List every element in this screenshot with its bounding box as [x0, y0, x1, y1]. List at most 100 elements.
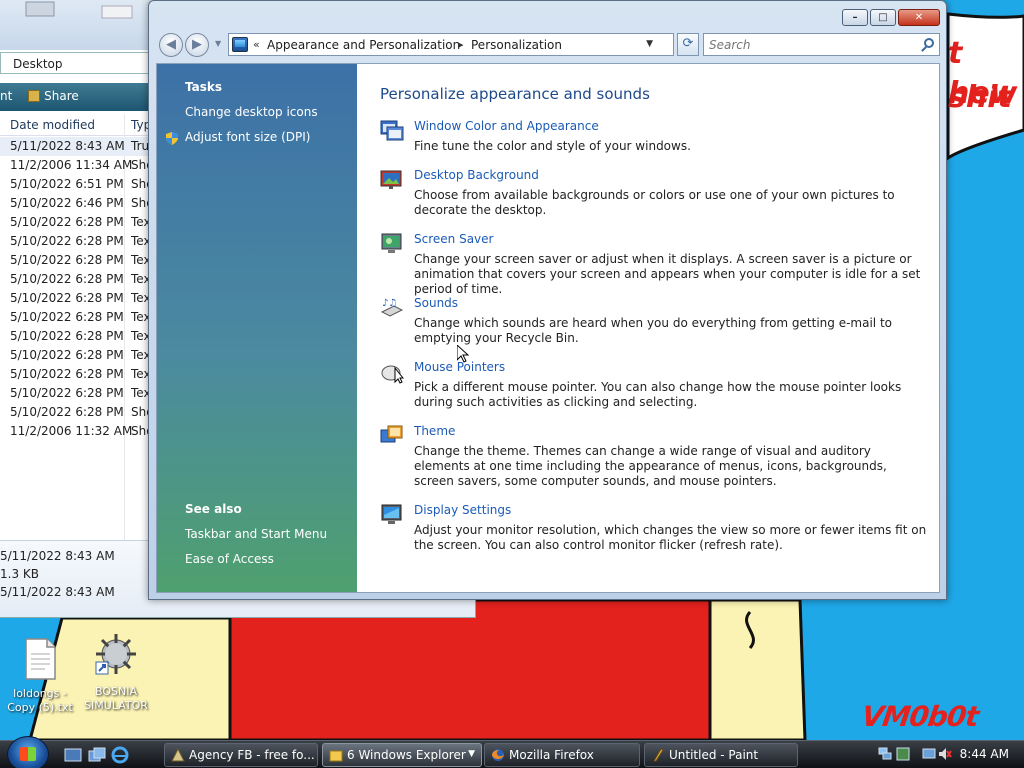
share-icon	[28, 90, 41, 102]
mouse-cursor-icon	[457, 345, 469, 363]
row-date-modified: 5/10/2022 6:28 PM	[10, 329, 124, 343]
desktop-background-icon	[380, 170, 402, 189]
firefox-icon	[492, 749, 504, 761]
folder-icon	[329, 750, 343, 762]
text-file-icon	[25, 638, 56, 680]
row-date-modified: 5/10/2022 6:28 PM	[10, 234, 124, 248]
details-date-modified: 5/11/2022 8:43 AM	[0, 549, 115, 563]
row-type: Tru	[131, 139, 150, 153]
recycle-bin-icon	[25, 1, 55, 17]
breadcrumb-appearance-personalization[interactable]: Appearance and Personalization	[267, 38, 460, 52]
switch-windows-icon[interactable]	[88, 746, 106, 764]
row-date-modified: 5/10/2022 6:28 PM	[10, 253, 124, 267]
tray-app-icon[interactable]	[896, 747, 910, 761]
row-date-modified: 5/10/2022 6:28 PM	[10, 215, 124, 229]
address-dropdown-icon[interactable]: ▼	[646, 39, 653, 49]
taskbar-button-paint[interactable]: Untitled - Paint	[644, 743, 798, 767]
taskbar-button-firefox[interactable]: Mozilla Firefox	[484, 743, 640, 767]
watermark-text: VM0b0t	[859, 700, 981, 733]
close-button[interactable]: ✕	[898, 9, 940, 26]
navigation-bar: ◀ ▶ ▼ « Appearance and Personalization ▸…	[157, 31, 940, 59]
taskbar-button-label: Mozilla Firefox	[509, 748, 594, 762]
forward-arrow-icon: ▶	[192, 37, 202, 52]
details-date-created: 5/11/2022 8:43 AM	[0, 585, 115, 599]
taskbar-start-menu-link[interactable]: Taskbar and Start Menu	[185, 527, 327, 541]
maximize-button[interactable]: □	[870, 9, 896, 26]
minimize-button[interactable]: –	[842, 9, 868, 26]
sounds-link[interactable]: Sounds	[414, 296, 458, 310]
search-input[interactable]	[709, 38, 909, 52]
see-also-heading: See also	[185, 502, 242, 516]
taskbar-button-agency-fb[interactable]: Agency FB - free fo...	[164, 743, 318, 767]
row-date-modified: 5/10/2022 6:46 PM	[10, 196, 124, 210]
adjust-font-size-link[interactable]: Adjust font size (DPI)	[185, 130, 310, 144]
taskbar: Agency FB - free fo... 6 Windows Explore…	[0, 736, 1024, 768]
details-size: 1.3 KB	[0, 567, 39, 581]
uac-shield-icon	[166, 132, 178, 145]
refresh-button[interactable]: ⟳	[677, 33, 699, 56]
desktop-background-description: Choose from available backgrounds or col…	[414, 188, 895, 217]
change-desktop-icons-link[interactable]: Change desktop icons	[185, 105, 318, 119]
search-box[interactable]	[703, 33, 940, 56]
sounds-description: Change which sounds are heard when you d…	[414, 316, 892, 345]
toolbar-item-partial[interactable]: nt	[0, 89, 12, 103]
ease-of-access-link[interactable]: Ease of Access	[185, 552, 274, 566]
font-icon	[171, 748, 185, 762]
column-date-modified[interactable]: Date modified	[10, 118, 95, 132]
share-button[interactable]: Share	[28, 89, 91, 103]
screen-saver-link[interactable]: Screen Saver	[414, 232, 493, 246]
desktop-icon-bosnia[interactable]: BOSNIA SIMULATOR	[76, 632, 156, 713]
taskbar-button-windows-explorer[interactable]: 6 Windows Explorer ▼	[322, 743, 482, 767]
bosnia-simulator-icon	[95, 634, 136, 675]
mouse-icon	[381, 365, 404, 384]
desktop-icon-label: BOSNIA SIMULATOR	[84, 685, 148, 712]
content-pane: Personalize appearance and sounds Window…	[357, 64, 939, 592]
breadcrumb-overflow-icon[interactable]: «	[253, 38, 260, 51]
address-bar[interactable]: « Appearance and Personalization ▸ Perso…	[228, 33, 674, 56]
paint-icon	[653, 748, 664, 762]
taskbar-button-label: Untitled - Paint	[669, 748, 759, 762]
desktop-background-link[interactable]: Desktop Background	[414, 168, 539, 182]
explorer-address-bar[interactable]: Desktop	[0, 52, 160, 74]
chevron-down-icon[interactable]: ▼	[468, 749, 475, 759]
screen-saver-description: Change your screen saver or adjust when …	[414, 252, 921, 296]
row-date-modified: 5/10/2022 6:28 PM	[10, 272, 124, 286]
mouse-pointers-description: Pick a different mouse pointer. You can …	[414, 380, 902, 409]
theme-description: Change the theme. Themes can change a wi…	[414, 444, 887, 488]
task-pane: Tasks Change desktop icons Adjust font s…	[157, 64, 357, 592]
screen-saver-icon	[381, 233, 402, 253]
display-settings-link[interactable]: Display Settings	[414, 503, 511, 517]
desktop-icon-textfile[interactable]: loldongs - Copy (5).txt	[0, 638, 80, 715]
display-settings-icon	[381, 504, 402, 524]
breadcrumb-personalization[interactable]: Personalization	[471, 38, 562, 52]
tasks-heading: Tasks	[185, 80, 223, 94]
back-button[interactable]: ◀	[159, 33, 183, 57]
sounds-icon: ♪♫	[380, 298, 404, 317]
taskbar-button-label: 6 Windows Explorer	[347, 748, 466, 762]
personalization-window[interactable]: – □ ✕ ◀ ▶ ▼ « Appearance and Personaliza…	[148, 0, 947, 600]
forward-button[interactable]: ▶	[185, 33, 209, 57]
row-date-modified: 5/10/2022 6:28 PM	[10, 367, 124, 381]
network-icon[interactable]	[878, 747, 892, 761]
search-icon[interactable]	[924, 38, 934, 48]
row-date-modified: 5/11/2022 8:43 AM	[10, 139, 125, 153]
display-tray-icon[interactable]	[922, 747, 936, 761]
clock[interactable]: 8:44 AM	[960, 747, 1009, 761]
breadcrumb-separator-icon[interactable]: ▸	[458, 38, 464, 51]
window-color-link[interactable]: Window Color and Appearance	[414, 119, 599, 133]
internet-explorer-icon[interactable]	[111, 746, 129, 764]
window-color-description: Fine tune the color and style of your wi…	[414, 139, 691, 153]
back-arrow-icon: ◀	[166, 37, 176, 52]
taskbar-button-label: Agency FB - free fo...	[189, 748, 315, 762]
row-date-modified: 11/2/2006 11:34 AM	[10, 158, 133, 172]
start-button[interactable]	[7, 736, 49, 768]
folder-icon	[101, 5, 133, 19]
theme-link[interactable]: Theme	[414, 424, 455, 438]
volume-muted-icon[interactable]	[938, 747, 952, 761]
row-date-modified: 5/10/2022 6:51 PM	[10, 177, 124, 191]
page-title: Personalize appearance and sounds	[380, 85, 650, 103]
system-tray: 8:44 AM	[864, 741, 1024, 768]
window-client-area: Tasks Change desktop icons Adjust font s…	[156, 63, 940, 593]
show-desktop-icon[interactable]	[64, 746, 82, 764]
recent-pages-dropdown[interactable]: ▼	[215, 39, 221, 48]
